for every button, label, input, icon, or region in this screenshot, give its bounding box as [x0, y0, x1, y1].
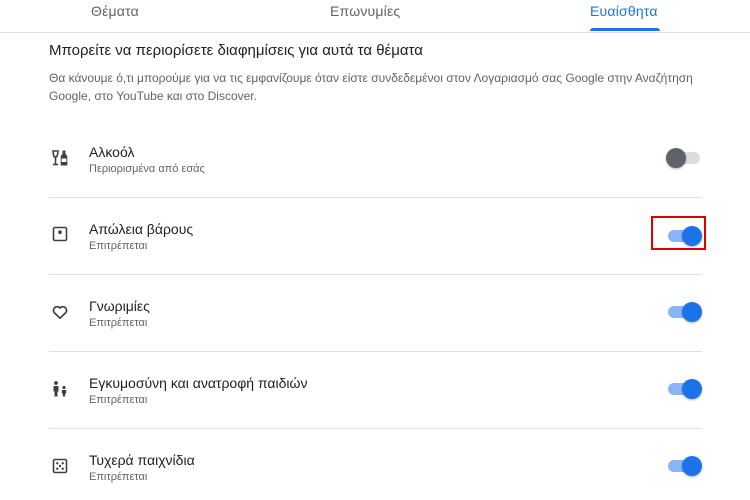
active-tab-indicator: [590, 28, 660, 31]
topic-status: Επιτρέπεται: [89, 317, 148, 329]
topic-row-weight-loss: Απώλεια βάρους Επιτρέπεται: [49, 198, 702, 275]
topic-status: Περιορισμένα από εσάς: [89, 163, 205, 175]
topic-row-alcohol: Αλκοόλ Περιορισμένα από εσάς: [49, 121, 702, 198]
alcohol-icon: [51, 149, 69, 167]
tab-bar: Θέματα Επωνυμίες Ευαίσθητα: [0, 0, 750, 33]
heart-icon: [51, 303, 69, 321]
topic-title: Γνωριμίες: [89, 298, 150, 314]
highlight-box: [651, 216, 706, 250]
topic-toggle-gambling[interactable]: [666, 456, 702, 476]
scale-icon: [51, 225, 69, 243]
topic-toggle-parenting[interactable]: [666, 379, 702, 399]
topic-status: Επιτρέπεται: [89, 471, 148, 483]
toggle-thumb: [682, 456, 702, 476]
topic-title: Εγκυμοσύνη και ανατροφή παιδιών: [89, 375, 308, 391]
toggle-thumb: [682, 379, 702, 399]
tab-sensitive[interactable]: Ευαίσθητα: [590, 3, 658, 19]
toggle-thumb: [682, 302, 702, 322]
tab-topics[interactable]: Θέματα: [91, 3, 139, 19]
toggle-thumb: [666, 148, 686, 168]
section-description: Θα κάνουμε ό,τι μπορούμε για να τις εμφα…: [49, 71, 693, 103]
topic-toggle-dating[interactable]: [666, 302, 702, 322]
topic-toggle-alcohol[interactable]: [666, 148, 702, 168]
topic-row-gambling: Τυχερά παιχνίδια Επιτρέπεται: [49, 429, 702, 500]
topic-title: Τυχερά παιχνίδια: [89, 452, 195, 468]
tab-brands[interactable]: Επωνυμίες: [330, 3, 400, 19]
dice-icon: [51, 457, 69, 475]
ads-sensitive-topics-page: Θέματα Επωνυμίες Ευαίσθητα Μπορείτε να π…: [0, 0, 750, 500]
topic-row-parenting: Εγκυμοσύνη και ανατροφή παιδιών Επιτρέπε…: [49, 352, 702, 429]
parent-child-icon: [51, 380, 69, 398]
topic-status: Επιτρέπεται: [89, 394, 148, 406]
topic-status: Επιτρέπεται: [89, 240, 148, 252]
section-heading: Μπορείτε να περιορίσετε διαφημίσεις για …: [49, 42, 423, 59]
topic-title: Απώλεια βάρους: [89, 221, 194, 237]
topic-title: Αλκοόλ: [89, 144, 135, 160]
topic-row-dating: Γνωριμίες Επιτρέπεται: [49, 275, 702, 352]
